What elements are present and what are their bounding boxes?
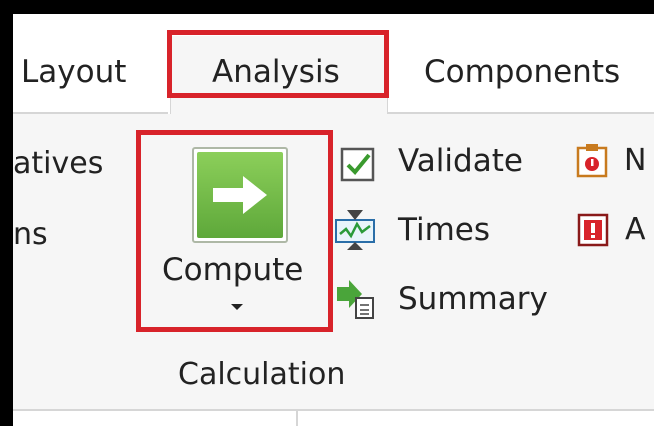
ribbon-item-partial-2[interactable]: ns	[13, 217, 48, 252]
checkbox-check-icon	[340, 147, 375, 182]
content-divider	[296, 409, 298, 426]
group-label-calculation: Calculation	[178, 357, 346, 392]
content-area-strip	[13, 409, 654, 426]
summary-button[interactable]: Summary	[398, 281, 548, 317]
ribbon-item-partial-1[interactable]: atives	[13, 146, 103, 181]
tab-components[interactable]: Components	[424, 54, 620, 90]
ribbon-item-partial-right-1[interactable]: N	[624, 143, 646, 178]
times-button[interactable]: Times	[398, 212, 490, 248]
arrow-document-icon	[337, 280, 374, 319]
validate-button[interactable]: Validate	[398, 143, 523, 179]
clipboard-alert-icon	[576, 144, 608, 178]
highlight-box-analysis-tab	[167, 30, 389, 98]
tab-layout[interactable]: Layout	[21, 54, 126, 90]
report-alert-icon	[577, 213, 609, 247]
app-window: Layout Analysis Components atives ns Com…	[13, 14, 654, 426]
ribbon-item-partial-right-2[interactable]: A	[625, 212, 646, 247]
timeline-chart-icon	[335, 210, 375, 250]
highlight-box-compute	[136, 130, 333, 332]
